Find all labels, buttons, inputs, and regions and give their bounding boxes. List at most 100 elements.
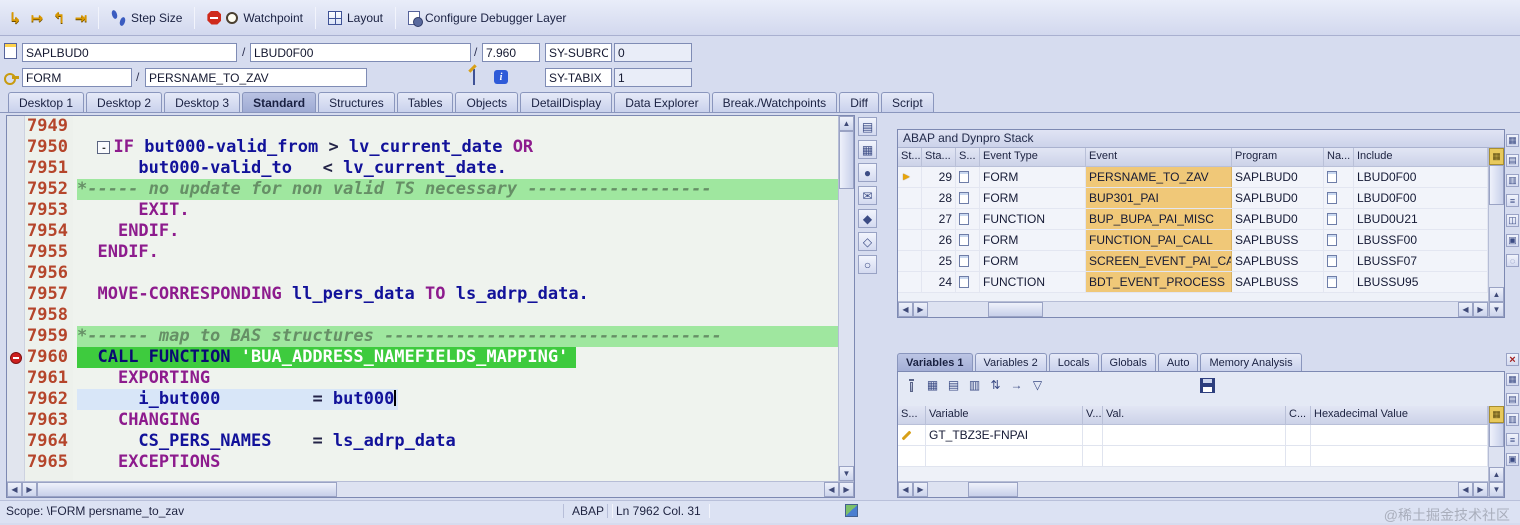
event-type-field[interactable] [22, 68, 132, 87]
variables-column-header-s[interactable]: S... [898, 406, 926, 425]
sy-subrc-label-field[interactable] [545, 43, 612, 62]
variable-row[interactable] [898, 446, 1488, 467]
scroll-up-button[interactable]: ▲ [1489, 467, 1504, 482]
stack-vertical-scrollbar[interactable]: ▦ ▲ ▼ [1488, 148, 1504, 317]
sy-tabix-label-field[interactable] [545, 68, 612, 87]
scroll-left-button[interactable]: ◀ [898, 482, 913, 497]
stack-event[interactable]: FUNCTION_PAI_CALL [1086, 230, 1232, 250]
code-line[interactable]: - IF but000-valid_from > lv_current_date … [77, 137, 838, 158]
breakpoint-gutter-cell[interactable] [7, 410, 24, 431]
code-line[interactable]: EXIT. [77, 200, 838, 221]
scroll-left-button[interactable]: ◀ [1458, 302, 1473, 317]
column-config-icon[interactable]: ▥ [1506, 174, 1519, 187]
breakpoint-gutter[interactable] [7, 116, 25, 481]
step-return-button[interactable]: ↰ [48, 7, 70, 29]
stack-row[interactable]: ► 29 FORM PERSNAME_TO_ZAV SAPLBUD0 LBUD0F00 [898, 167, 1488, 188]
stack-row[interactable]: 28 FORM BUP301_PAI SAPLBUD0 LBUD0F00 [898, 188, 1488, 209]
step-size-button[interactable]: Step Size [105, 8, 188, 28]
code-line[interactable]: ENDIF. [77, 242, 838, 263]
stack-column-header-sta[interactable]: Sta... [922, 148, 956, 167]
code-line[interactable]: ENDIF. [77, 221, 838, 242]
breakpoint-gutter-cell[interactable] [7, 137, 24, 158]
info-icon[interactable]: i [494, 70, 508, 84]
breakpoint-gutter-cell[interactable] [7, 263, 24, 284]
scroll-left-button[interactable]: ◀ [7, 482, 22, 497]
stack-column-header-program[interactable]: Program [1232, 148, 1324, 167]
table-columns-button[interactable]: ▥ [966, 377, 983, 394]
include-field[interactable] [250, 43, 471, 62]
breakpoints-icon[interactable]: ● [858, 163, 877, 182]
breakpoint-icon[interactable] [9, 351, 22, 364]
variable-name[interactable] [926, 446, 1083, 466]
breakpoint-gutter-cell[interactable] [7, 284, 24, 305]
scroll-right-button[interactable]: ▶ [913, 482, 928, 497]
code-line[interactable]: but000-valid_to < lv_current_date. [77, 158, 838, 179]
tab-globals[interactable]: Globals [1100, 353, 1156, 371]
list-view-icon[interactable]: ▤ [1506, 154, 1519, 167]
step-into-button[interactable]: ↳ [4, 7, 26, 29]
table-view-icon[interactable]: ▦ [1506, 134, 1519, 147]
stack-column-header-na[interactable]: Na... [1324, 148, 1354, 167]
code-line[interactable]: EXPORTING [77, 368, 838, 389]
variable-name[interactable]: GT_TBZ3E-FNPAI [926, 425, 1083, 445]
step-over-button[interactable]: ↦ [26, 7, 48, 29]
tab-objects[interactable]: Objects [455, 92, 519, 112]
stack-row[interactable]: 24 FUNCTION BDT_EVENT_PROCESS SAPLBUSS LBUSS… [898, 272, 1488, 293]
tab-break-watchpoints[interactable]: Break./Watchpoints [711, 92, 838, 112]
code-line[interactable]: *------ map to BAS structures ----------… [77, 326, 838, 347]
mail-icon[interactable]: ✉ [858, 186, 877, 205]
scroll-up-button[interactable]: ▲ [839, 116, 854, 131]
program-field[interactable] [22, 43, 237, 62]
code-line[interactable] [77, 305, 838, 326]
breakpoint-gutter-cell[interactable] [7, 431, 24, 452]
tab-data-explorer[interactable]: Data Explorer [614, 92, 710, 112]
stack-row[interactable]: 27 FUNCTION BUP_BUPA_PAI_MISC SAPLBUD0 LBUD0… [898, 209, 1488, 230]
scroll-down-button[interactable]: ▼ [1489, 482, 1504, 497]
table-display-button[interactable]: ▦ [924, 377, 941, 394]
lock-icon[interactable]: ◆ [858, 209, 877, 228]
line-number[interactable]: 7951 [25, 158, 68, 179]
variables-column-header-v[interactable]: V... [1083, 406, 1103, 425]
variables-horizontal-scrollbar[interactable]: ◀ ▶ ◀ ▶ [898, 481, 1488, 497]
scrollbar-thumb[interactable] [839, 131, 854, 189]
sort-button[interactable]: ⇅ [987, 377, 1004, 394]
table-view-icon[interactable]: ▦ [1506, 373, 1519, 386]
event-name-field[interactable] [145, 68, 367, 87]
split-view-icon[interactable]: ◫ [1506, 214, 1519, 227]
variable-value[interactable] [1103, 446, 1286, 466]
create-session-icon[interactable]: ▤ [858, 117, 877, 136]
stack-column-header-st[interactable]: St... [898, 148, 922, 167]
scroll-right-button[interactable]: ▶ [1473, 302, 1488, 317]
tab-diff[interactable]: Diff [839, 92, 879, 112]
scrollbar-track[interactable] [928, 482, 968, 497]
stack-event[interactable]: SCREEN_EVENT_PAI_CA.. [1086, 251, 1232, 271]
stack-column-header-event-type[interactable]: Event Type [980, 148, 1086, 167]
scrollbar-thumb[interactable] [1489, 423, 1504, 447]
stack-column-header-event[interactable]: Event [1086, 148, 1232, 167]
code-line[interactable]: EXCEPTIONS [77, 452, 838, 473]
line-number[interactable]: 7958 [25, 305, 68, 326]
line-number[interactable]: 7952 [25, 179, 68, 200]
unlock-icon[interactable]: ◇ [858, 232, 877, 251]
stack-row[interactable]: 26 FORM FUNCTION_PAI_CALL SAPLBUSS LBUSSF00 [898, 230, 1488, 251]
line-number[interactable]: 7955 [25, 242, 68, 263]
line-number-field[interactable] [482, 43, 540, 62]
stack-row[interactable]: 25 FORM SCREEN_EVENT_PAI_CA.. SAPLBUSS LBUSS… [898, 251, 1488, 272]
save-icon[interactable] [1200, 377, 1215, 393]
line-number[interactable]: 7964 [25, 431, 68, 452]
code-line[interactable] [77, 263, 838, 284]
column-config-icon[interactable]: ▦ [1489, 148, 1504, 165]
tab-structures[interactable]: Structures [318, 92, 395, 112]
code-line[interactable]: MOVE-CORRESPONDING ll_pers_data TO ls_ad… [77, 284, 838, 305]
close-icon[interactable]: × [1506, 353, 1519, 366]
scrollbar-thumb[interactable] [968, 482, 1018, 497]
table-edit-button[interactable]: ▤ [945, 377, 962, 394]
stack-event[interactable]: BUP_BUPA_PAI_MISC [1086, 209, 1232, 229]
code-line[interactable]: *----- no update for non valid TS necess… [77, 179, 838, 200]
delete-button[interactable] [903, 377, 920, 394]
table-edit-icon[interactable] [473, 69, 475, 85]
scrollbar-thumb[interactable] [988, 302, 1043, 317]
line-number[interactable]: 7959 [25, 326, 68, 347]
filter-button[interactable]: ▽ [1029, 377, 1046, 394]
code-text-area[interactable]: - IF but000-valid_from > lv_current_date … [73, 116, 838, 481]
